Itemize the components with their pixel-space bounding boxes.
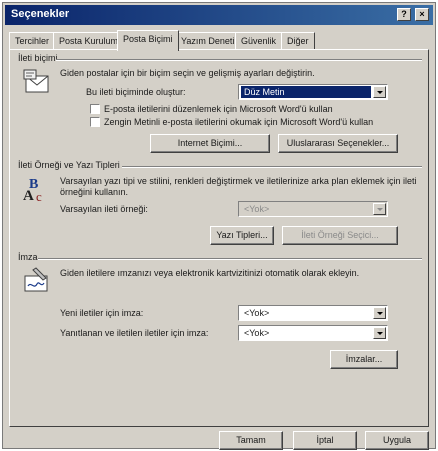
- svg-text:c: c: [36, 189, 42, 204]
- signatures-button[interactable]: İmzalar...: [330, 350, 398, 369]
- separator: [122, 166, 422, 168]
- fonts-button[interactable]: Yazı Tipleri...: [210, 226, 274, 245]
- stationery-picker-button[interactable]: İleti Örneği Seçici...: [282, 226, 398, 245]
- window-title: Seçenekler: [11, 8, 70, 20]
- chevron-down-icon[interactable]: [373, 86, 386, 98]
- default-stationery-value: <Yok>: [244, 204, 270, 214]
- stationery-group-label: İleti Örneği ve Yazı Tipleri: [16, 160, 122, 170]
- stationery-description: Varsayılan yazı tipi ve stilini, renkler…: [60, 176, 417, 197]
- separator: [38, 258, 422, 260]
- message-format-description: Giden postalar için bir biçim seçin ve g…: [60, 68, 315, 78]
- default-stationery-label: Varsayılan ileti örneği:: [60, 204, 148, 214]
- tab-mail-format[interactable]: Posta Biçimi: [117, 30, 179, 51]
- new-message-signature-value: <Yok>: [244, 308, 270, 318]
- tab-preferences[interactable]: Tercihler: [9, 32, 56, 50]
- title-bar: Seçenekler ? ×: [5, 5, 433, 25]
- options-dialog: Seçenekler ? × Tercihler Posta Kurulumu …: [2, 2, 436, 450]
- chevron-down-icon[interactable]: [373, 307, 386, 319]
- ok-button[interactable]: Tamam: [219, 431, 283, 450]
- tab-security[interactable]: Güvenlik: [235, 32, 283, 50]
- internet-format-button[interactable]: Internet Biçimi...: [150, 134, 270, 153]
- tab-other[interactable]: Diğer: [281, 32, 315, 50]
- tab-strip: Tercihler Posta Kurulumu Posta Biçimi Ya…: [9, 30, 429, 51]
- use-word-read-checkbox[interactable]: [90, 117, 100, 127]
- reply-signature-select[interactable]: <Yok>: [238, 325, 388, 341]
- chevron-down-icon[interactable]: [373, 327, 386, 339]
- separator: [56, 59, 422, 61]
- mail-format-panel: İleti biçimi Giden postalar için bir biç…: [9, 49, 429, 427]
- new-message-signature-label: Yeni iletiler için imza:: [60, 308, 144, 318]
- use-word-read-label: Zengin Metinli e-posta iletilerini okuma…: [104, 117, 374, 127]
- compose-format-select[interactable]: Düz Metin: [238, 84, 388, 100]
- cancel-button[interactable]: İptal: [293, 431, 357, 450]
- fonts-icon: B A c: [23, 177, 42, 204]
- compose-format-value: Düz Metin: [241, 86, 371, 98]
- default-stationery-select[interactable]: <Yok>: [238, 201, 388, 217]
- chevron-down-icon[interactable]: [373, 203, 386, 215]
- use-word-edit-checkbox[interactable]: [90, 104, 100, 114]
- compose-format-label: Bu ileti biçiminde oluştur:: [86, 87, 186, 97]
- help-button[interactable]: ?: [397, 8, 411, 21]
- reply-signature-label: Yanıtlanan ve iletilen iletiler için imz…: [60, 328, 209, 338]
- signature-icon: [24, 267, 48, 292]
- use-word-edit-label: E-posta iletilerini düzenlemek için Micr…: [104, 104, 333, 114]
- international-options-button[interactable]: Uluslararası Seçenekler...: [278, 134, 398, 153]
- svg-text:A: A: [23, 188, 34, 204]
- message-format-icon: [23, 69, 49, 93]
- signature-group-label: İmza: [16, 252, 40, 262]
- signature-description: Giden iletilere ımzanızı veya elektronik…: [60, 268, 360, 278]
- reply-signature-value: <Yok>: [244, 328, 270, 338]
- close-button[interactable]: ×: [415, 8, 429, 21]
- apply-button[interactable]: Uygula: [365, 431, 429, 450]
- message-format-group-label: İleti biçimi: [16, 53, 60, 63]
- new-message-signature-select[interactable]: <Yok>: [238, 305, 388, 321]
